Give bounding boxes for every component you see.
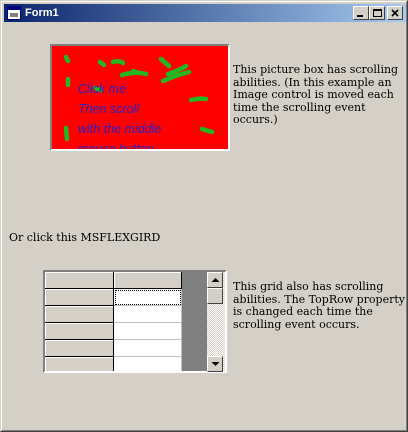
grid-row-header-3 — [45, 323, 114, 340]
grid-row-header-1 — [45, 289, 114, 306]
minimize-icon — [357, 15, 363, 17]
picture-text-line-1: Click me — [78, 82, 126, 96]
minimize-button[interactable] — [353, 6, 369, 20]
title-bar[interactable]: Form1 — [4, 4, 406, 22]
flexgrid-prompt-label: Or click this MSFLEXGIRD — [9, 231, 161, 244]
picture-text-line-4: mouse button — [78, 142, 154, 151]
grid-cell-selected[interactable] — [114, 289, 182, 306]
app-icon[interactable] — [7, 6, 21, 20]
msflexgrid[interactable] — [43, 270, 227, 373]
scroll-thumb[interactable] — [207, 288, 223, 304]
maximize-icon — [373, 9, 382, 17]
grid-cell[interactable] — [114, 340, 182, 357]
picture-box[interactable]: Click me Then scroll with the middle mou… — [50, 44, 230, 151]
maximize-button[interactable] — [369, 6, 385, 20]
picture-box-description: This picture box has scrolling abilities… — [233, 63, 399, 126]
scroll-down-arrow-icon — [211, 362, 220, 366]
grid-row-header-5 — [45, 357, 114, 371]
grid-description: This grid also has scrolling abilities. … — [233, 280, 405, 331]
picture-box-text: Click me Then scroll with the middle mou… — [78, 79, 228, 151]
close-button[interactable] — [387, 6, 403, 20]
picture-text-line-3: with the middle — [78, 122, 162, 136]
window-title: Form1 — [25, 7, 59, 19]
scroll-up-button[interactable] — [207, 272, 223, 288]
grid-header-col-1 — [114, 272, 182, 289]
form1-window: Form1 Click me Then scroll with the midd… — [0, 0, 408, 432]
grid-row-header-2 — [45, 306, 114, 323]
picture-text-line-2: Then scroll — [78, 102, 140, 116]
grid-cell[interactable] — [114, 306, 182, 323]
grid-vertical-scrollbar[interactable] — [207, 272, 225, 372]
scroll-down-button[interactable] — [207, 356, 223, 372]
grid-header-corner — [45, 272, 114, 289]
grid-cell[interactable] — [114, 323, 182, 340]
scroll-up-arrow-icon — [211, 278, 220, 282]
grid-row-header-4 — [45, 340, 114, 357]
close-icon — [391, 9, 399, 17]
grid-cell[interactable] — [114, 357, 182, 371]
